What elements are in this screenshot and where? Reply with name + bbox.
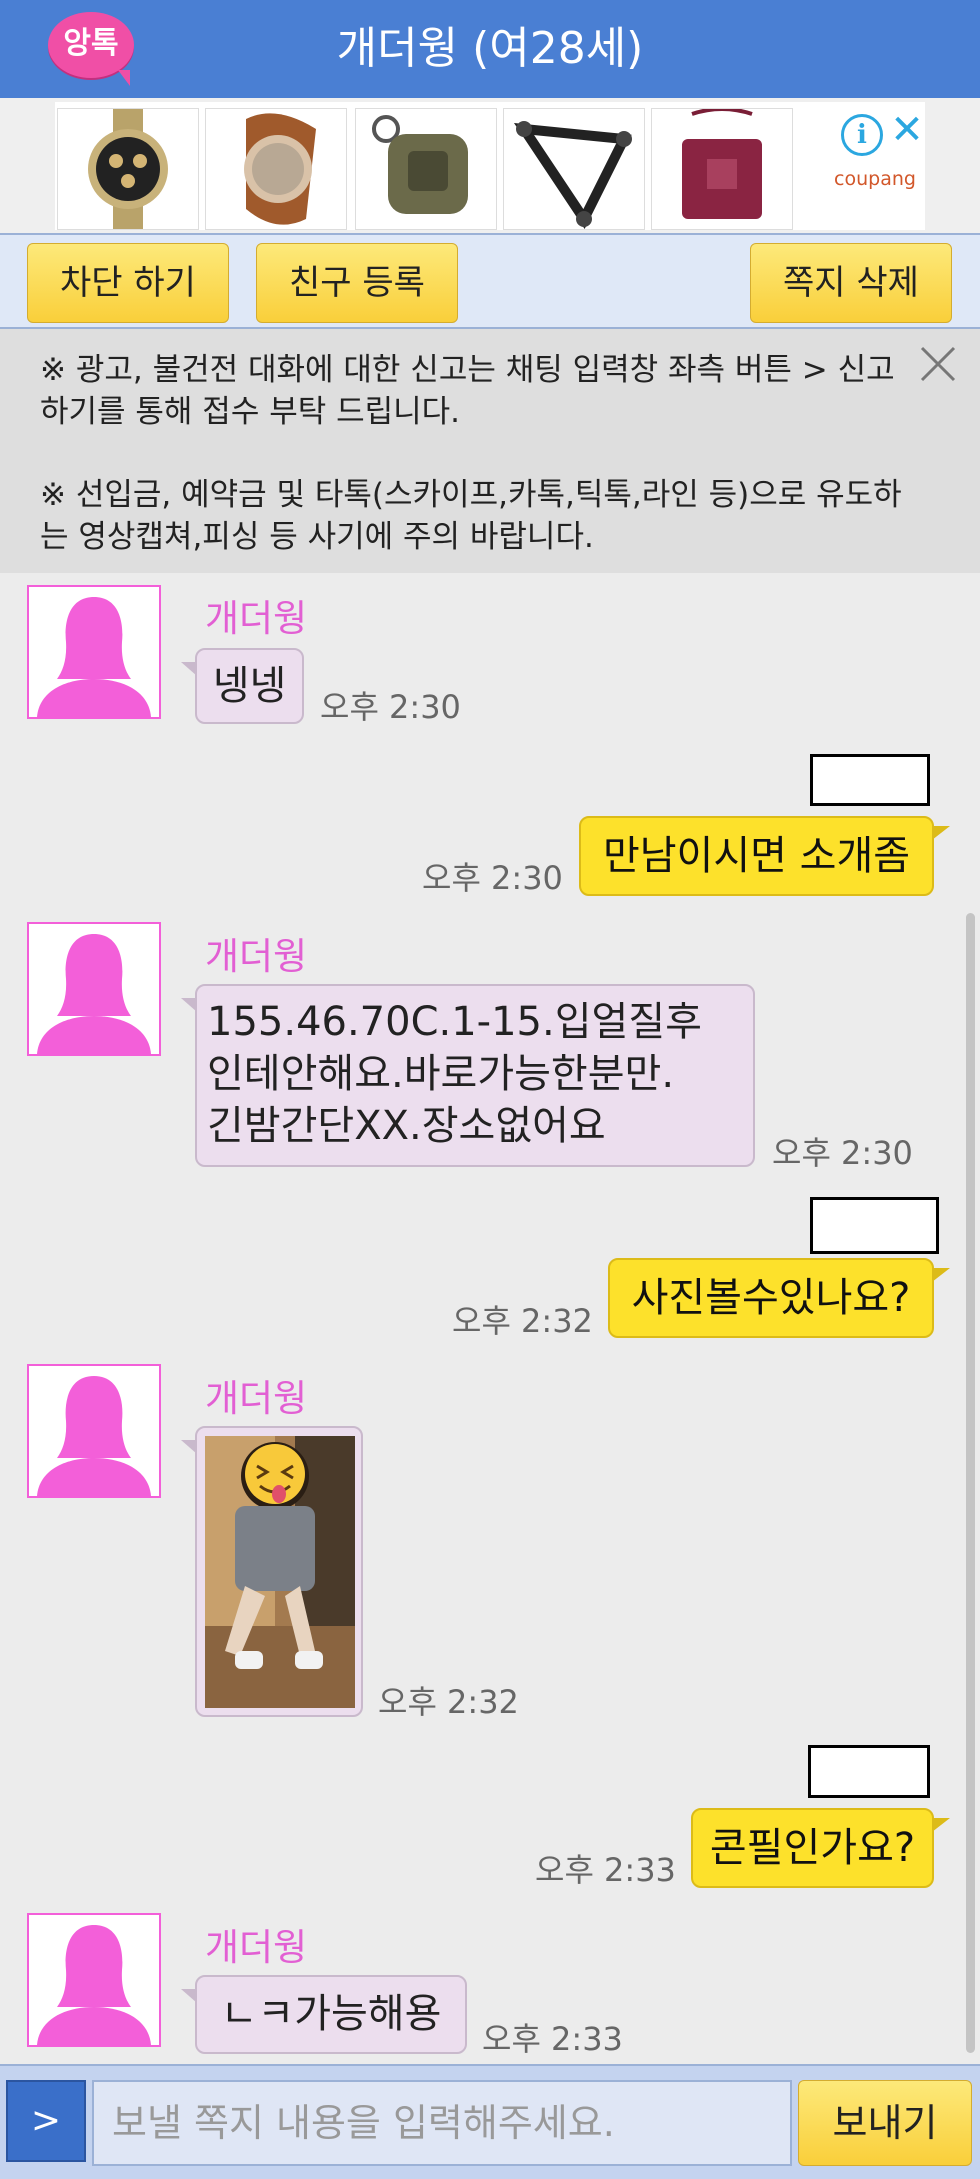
app-header: 앙톡 개더웡 (여28세) xyxy=(0,0,980,98)
redaction-box xyxy=(810,754,930,806)
ad-banner[interactable]: i ✕ coupang xyxy=(0,98,980,233)
sender-name: 개더웡 xyxy=(205,1926,308,1969)
female-profile-icon xyxy=(37,934,151,1054)
chat-toolbar: 차단 하기 친구 등록 쪽지 삭제 xyxy=(0,233,980,329)
avatar[interactable] xyxy=(27,585,161,719)
tripod-image xyxy=(513,121,632,229)
female-profile-icon xyxy=(37,1376,151,1496)
chat-scrollbar[interactable] xyxy=(966,913,975,2053)
female-profile-icon xyxy=(37,597,151,717)
delete-message-button[interactable]: 쪽지 삭제 xyxy=(750,243,952,323)
ad-product-tripod[interactable] xyxy=(503,108,645,230)
message-bubble[interactable]: ㄴㅋ가능해용 xyxy=(181,1975,467,2054)
message-bubble[interactable]: 만남이시면 소개좀 xyxy=(579,816,950,896)
message-bubble[interactable]: 사진볼수있나요? xyxy=(608,1258,950,1338)
ad-content[interactable]: i ✕ coupang xyxy=(55,102,925,230)
menu-toggle-button[interactable]: > xyxy=(6,2080,86,2162)
ad-product-watch[interactable] xyxy=(57,108,199,230)
sender-name: 개더웡 xyxy=(205,1377,308,1420)
message-input[interactable] xyxy=(92,2080,792,2166)
case-image xyxy=(372,115,468,214)
message-time: 오후 2:30 xyxy=(422,859,563,897)
close-icon[interactable]: ✕ xyxy=(887,110,927,150)
watch-image xyxy=(88,109,168,229)
message-line: 인테안해요.바로가능한분만. xyxy=(207,1051,675,1097)
ad-product-smartwatch[interactable] xyxy=(205,108,347,230)
avatar[interactable] xyxy=(27,922,161,1056)
message-bubble[interactable]: 155.46.70C.1-15.입얼질후 인테안해요.바로가능한분만. 긴밤간단… xyxy=(181,984,755,1167)
message-time: 오후 2:32 xyxy=(378,1683,519,1721)
message-time: 오후 2:30 xyxy=(772,1134,913,1172)
female-profile-icon xyxy=(37,1925,151,2045)
avatar[interactable] xyxy=(27,1364,161,1498)
notice-report: ※ 광고, 불건전 대화에 대한 신고는 채팅 입력창 좌측 버튼 > 신고하기… xyxy=(40,352,895,430)
photo-thumbnail[interactable] xyxy=(205,1436,355,1708)
block-button[interactable]: 차단 하기 xyxy=(27,243,229,323)
redaction-box xyxy=(808,1745,930,1798)
warning-notice: ※ 광고, 불건전 대화에 대한 신고는 채팅 입력창 좌측 버튼 > 신고하기… xyxy=(0,329,980,573)
message-time: 오후 2:33 xyxy=(482,2020,623,2058)
message-time: 오후 2:30 xyxy=(320,688,461,726)
message-bubble[interactable]: 넹넹 xyxy=(181,648,304,724)
ad-product-wallet[interactable] xyxy=(651,107,793,230)
message-time: 오후 2:32 xyxy=(452,1302,593,1340)
image-message-bubble[interactable] xyxy=(181,1426,363,1717)
message-line: 155.46.70C.1-15.입얼질후 xyxy=(207,999,702,1045)
ad-brand: coupang xyxy=(834,168,916,190)
redaction-box xyxy=(810,1197,939,1254)
message-bubble[interactable]: 콘필인가요? xyxy=(691,1808,950,1888)
sender-name: 개더웡 xyxy=(205,597,308,640)
message-line: 긴밤간단XX.장소없어요 xyxy=(207,1103,606,1149)
send-button[interactable]: 보내기 xyxy=(798,2080,972,2166)
chat-title: 개더웡 (여28세) xyxy=(336,23,644,74)
close-icon[interactable] xyxy=(918,344,958,384)
add-friend-button[interactable]: 친구 등록 xyxy=(256,243,458,323)
message-time: 오후 2:33 xyxy=(535,1851,676,1889)
wallet-image xyxy=(682,107,762,219)
info-icon[interactable]: i xyxy=(841,114,883,156)
message-input-bar: > 보내기 xyxy=(0,2064,980,2179)
avatar[interactable] xyxy=(27,1913,161,2047)
smartwatch-image xyxy=(244,113,316,225)
sender-name: 개더웡 xyxy=(205,935,308,978)
ad-product-case[interactable] xyxy=(355,108,497,230)
notice-fraud: ※ 선입금, 예약금 및 타톡(스카이프,카톡,틱톡,라인 등)으로 유도하는 … xyxy=(40,477,902,555)
